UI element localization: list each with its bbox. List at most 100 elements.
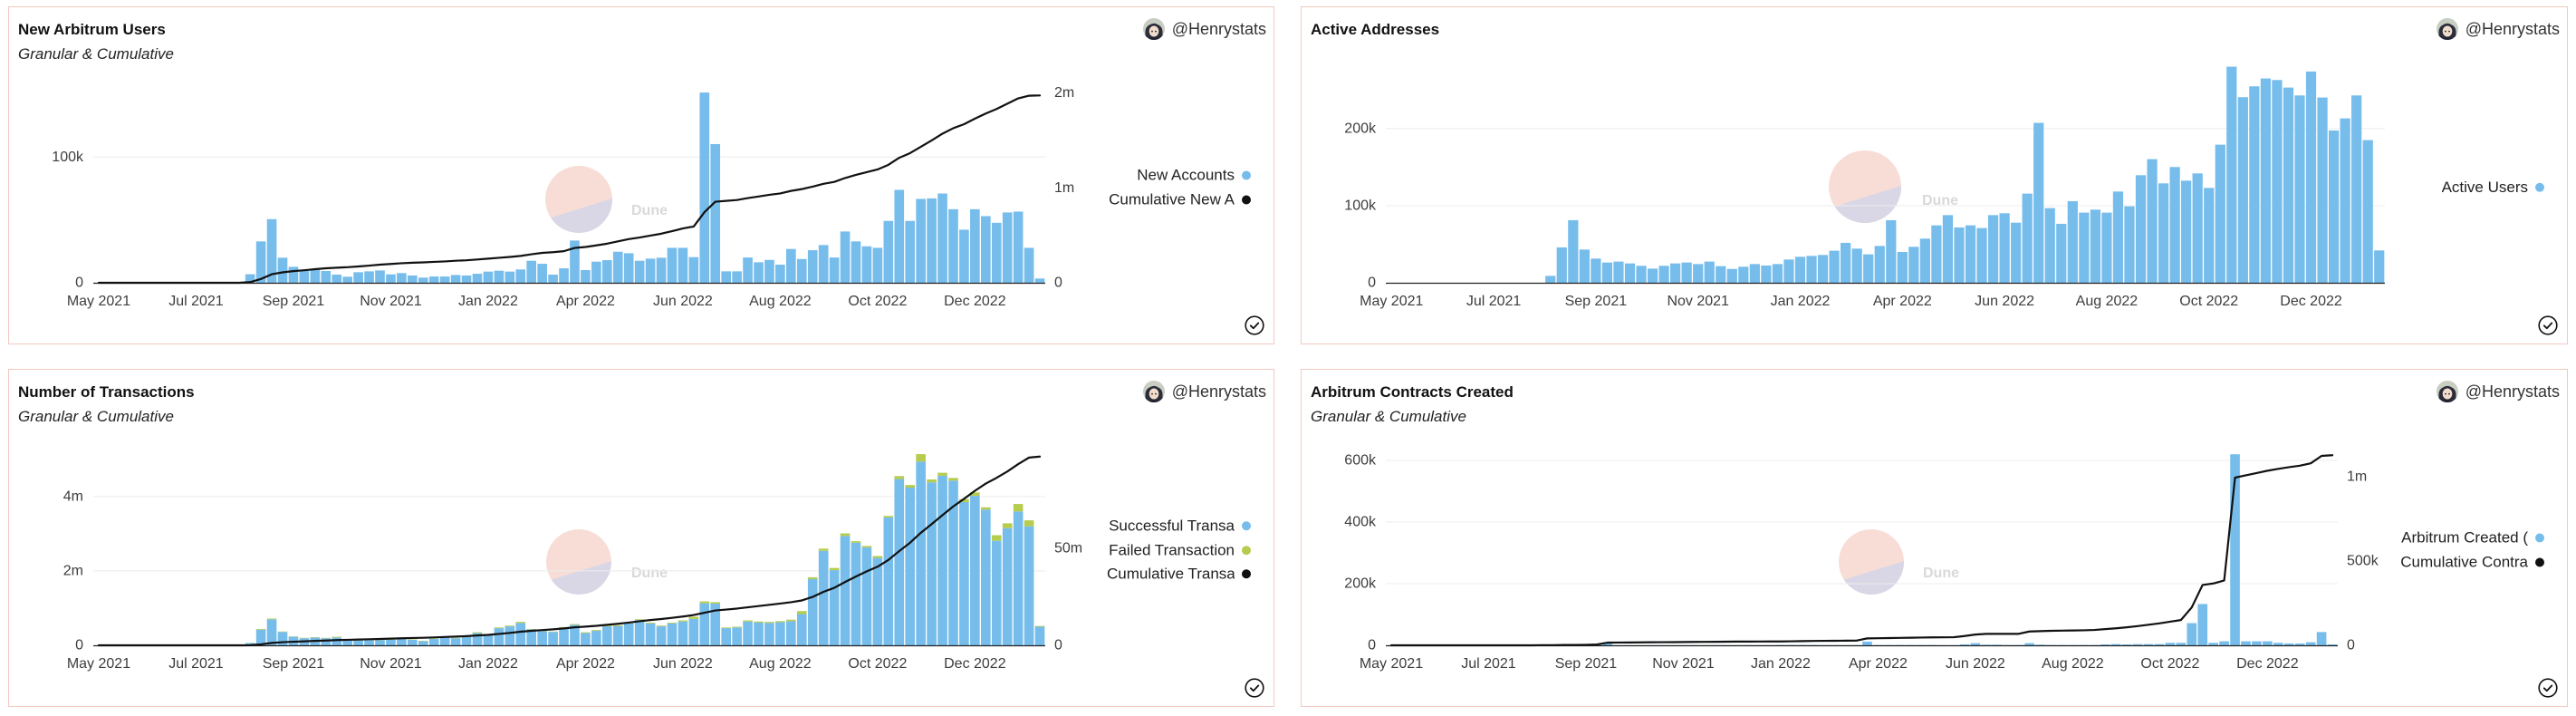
legend-label: Failed Transaction: [1109, 541, 1235, 558]
bar: [959, 229, 969, 283]
author-link[interactable]: @Henrystats: [2436, 381, 2560, 402]
legend-item[interactable]: Failed Transaction: [1109, 538, 1251, 563]
legend-item[interactable]: Successful Transa: [1109, 514, 1251, 538]
bar: [764, 622, 774, 624]
bar: [1636, 266, 1647, 283]
bar: [743, 621, 753, 645]
bar: [2022, 193, 2033, 283]
bar: [688, 256, 699, 283]
bar: [970, 208, 980, 283]
bar: [840, 533, 851, 537]
bar: [851, 542, 861, 645]
bar: [2143, 643, 2154, 645]
bar: [548, 632, 558, 645]
bar: [2273, 643, 2283, 645]
bar: [2011, 222, 2022, 283]
x-tick-label: Nov 2021: [360, 294, 422, 309]
bar: [980, 509, 991, 645]
legend-item[interactable]: Cumulative New A: [1109, 188, 1251, 212]
legend-item[interactable]: Arbitrum Created (: [2401, 527, 2544, 551]
bar: [764, 623, 774, 645]
author-link[interactable]: @Henrystats: [2436, 18, 2560, 40]
chart-subtitle: Granular & Cumulative: [18, 408, 174, 425]
legend-item[interactable]: Active Users: [2442, 176, 2544, 200]
bar: [439, 276, 450, 283]
bar: [1897, 251, 1908, 283]
legend-label: Cumulative Transa: [1107, 565, 1235, 583]
bar: [754, 621, 764, 623]
bar: [2197, 604, 2208, 645]
chart-title[interactable]: Arbitrum Contracts Created: [1311, 382, 1514, 402]
bar: [645, 623, 656, 645]
bar: [829, 567, 840, 571]
bar: [807, 578, 818, 645]
bar: [645, 622, 656, 624]
bar: [796, 611, 807, 614]
bar: [364, 640, 374, 645]
bar: [623, 253, 634, 283]
bar: [2067, 200, 2078, 283]
avatar: [2436, 18, 2458, 40]
x-tick-label: May 2021: [1360, 294, 1423, 309]
bar: [732, 626, 742, 628]
bar: [764, 259, 774, 283]
bar: [1806, 256, 1817, 283]
bar: [299, 270, 310, 283]
legend-item[interactable]: New Accounts: [1137, 164, 1251, 189]
y-left-tick-label: 2m: [63, 563, 83, 578]
bar: [494, 628, 505, 645]
bar: [1726, 268, 1737, 283]
bar: [2305, 642, 2316, 645]
bar: [829, 257, 840, 283]
bar: [991, 540, 1002, 645]
x-tick-label: Sep 2021: [263, 656, 325, 672]
chart-title[interactable]: Number of Transactions: [18, 382, 195, 402]
author-link[interactable]: @Henrystats: [1142, 381, 1266, 402]
y-left-tick-label: 0: [75, 276, 83, 291]
bar: [2374, 250, 2385, 283]
bar: [786, 248, 796, 283]
bar: [937, 193, 947, 283]
bar: [1658, 266, 1669, 283]
x-tick-label: Aug 2022: [749, 294, 812, 309]
bar: [2294, 643, 2305, 645]
author-handle: @Henrystats: [1171, 20, 1266, 38]
bar: [1829, 250, 1840, 283]
bar: [894, 479, 905, 645]
bar: [526, 260, 537, 283]
y-left-tick-label: 200k: [1344, 121, 1377, 136]
x-tick-label: Apr 2022: [1873, 294, 1932, 309]
bar: [710, 143, 721, 283]
x-tick-label: May 2021: [1360, 656, 1423, 672]
bar: [678, 621, 688, 645]
bar: [2056, 223, 2067, 283]
x-tick-label: Dec 2022: [2236, 656, 2299, 672]
bar: [927, 198, 937, 283]
bar: [2158, 183, 2169, 283]
legend-label: New Accounts: [1137, 166, 1235, 184]
x-tick-label: Aug 2022: [2076, 294, 2139, 309]
panel-new-arbitrum-users: Dune 0 100k 0 1m 2m May 2021 Jul 2021 Sep 2021 No…: [8, 6, 1274, 344]
y-right-tick-label: 0: [1054, 276, 1062, 291]
bar: [2165, 643, 2176, 645]
bar: [1013, 511, 1024, 645]
bar: [980, 507, 991, 510]
dune-watermark: Dune: [1839, 529, 1959, 595]
chart-title[interactable]: New Arbitrum Users: [18, 20, 166, 40]
bar: [754, 622, 764, 645]
bar: [2226, 66, 2237, 283]
bar: [1992, 644, 2003, 645]
bar: [1863, 254, 1874, 283]
bar: [1908, 247, 1919, 283]
legend: Active Users: [2442, 176, 2544, 200]
legend-item[interactable]: Cumulative Contra: [2400, 550, 2544, 575]
legend-dot-icon: [1242, 195, 1251, 205]
bar: [1013, 504, 1024, 512]
author-link[interactable]: @Henrystats: [1142, 18, 1266, 40]
chart-title[interactable]: Active Addresses: [1311, 20, 1439, 40]
legend-item[interactable]: Cumulative Transa: [1107, 562, 1251, 586]
legend: Successful Transa Failed Transaction Cum…: [1107, 514, 1251, 586]
bar: [515, 622, 526, 624]
bar: [2340, 118, 2350, 283]
x-tick-label: Jan 2022: [458, 294, 518, 309]
